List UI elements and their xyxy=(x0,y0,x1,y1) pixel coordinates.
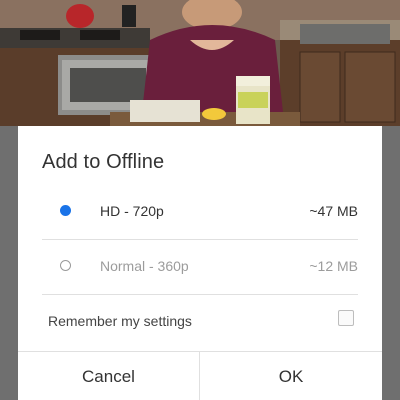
radio-selected-icon[interactable] xyxy=(60,205,71,216)
quality-size-normal: ~12 MB xyxy=(309,258,358,274)
remember-settings-row[interactable]: Remember my settings xyxy=(42,296,358,346)
dim-overlay-right xyxy=(382,126,400,400)
ok-button[interactable]: OK xyxy=(200,352,382,400)
quality-option-hd[interactable]: HD - 720p ~47 MB xyxy=(42,185,358,240)
quality-label-normal: Normal - 360p xyxy=(100,258,189,274)
dim-overlay-left xyxy=(0,126,18,400)
add-to-offline-dialog: Add to Offline HD - 720p ~47 MB Normal -… xyxy=(18,126,382,400)
dialog-button-bar: Cancel OK xyxy=(18,351,382,400)
quality-option-normal[interactable]: Normal - 360p ~12 MB xyxy=(42,240,358,295)
radio-unselected-icon[interactable] xyxy=(60,260,71,271)
quality-size-hd: ~47 MB xyxy=(309,203,358,219)
remember-settings-checkbox[interactable] xyxy=(338,310,354,326)
quality-label-hd: HD - 720p xyxy=(100,203,164,219)
screen: Add to Offline HD - 720p ~47 MB Normal -… xyxy=(0,0,400,400)
cancel-button[interactable]: Cancel xyxy=(18,352,200,400)
dialog-title: Add to Offline xyxy=(42,151,165,173)
remember-settings-label: Remember my settings xyxy=(48,313,192,329)
